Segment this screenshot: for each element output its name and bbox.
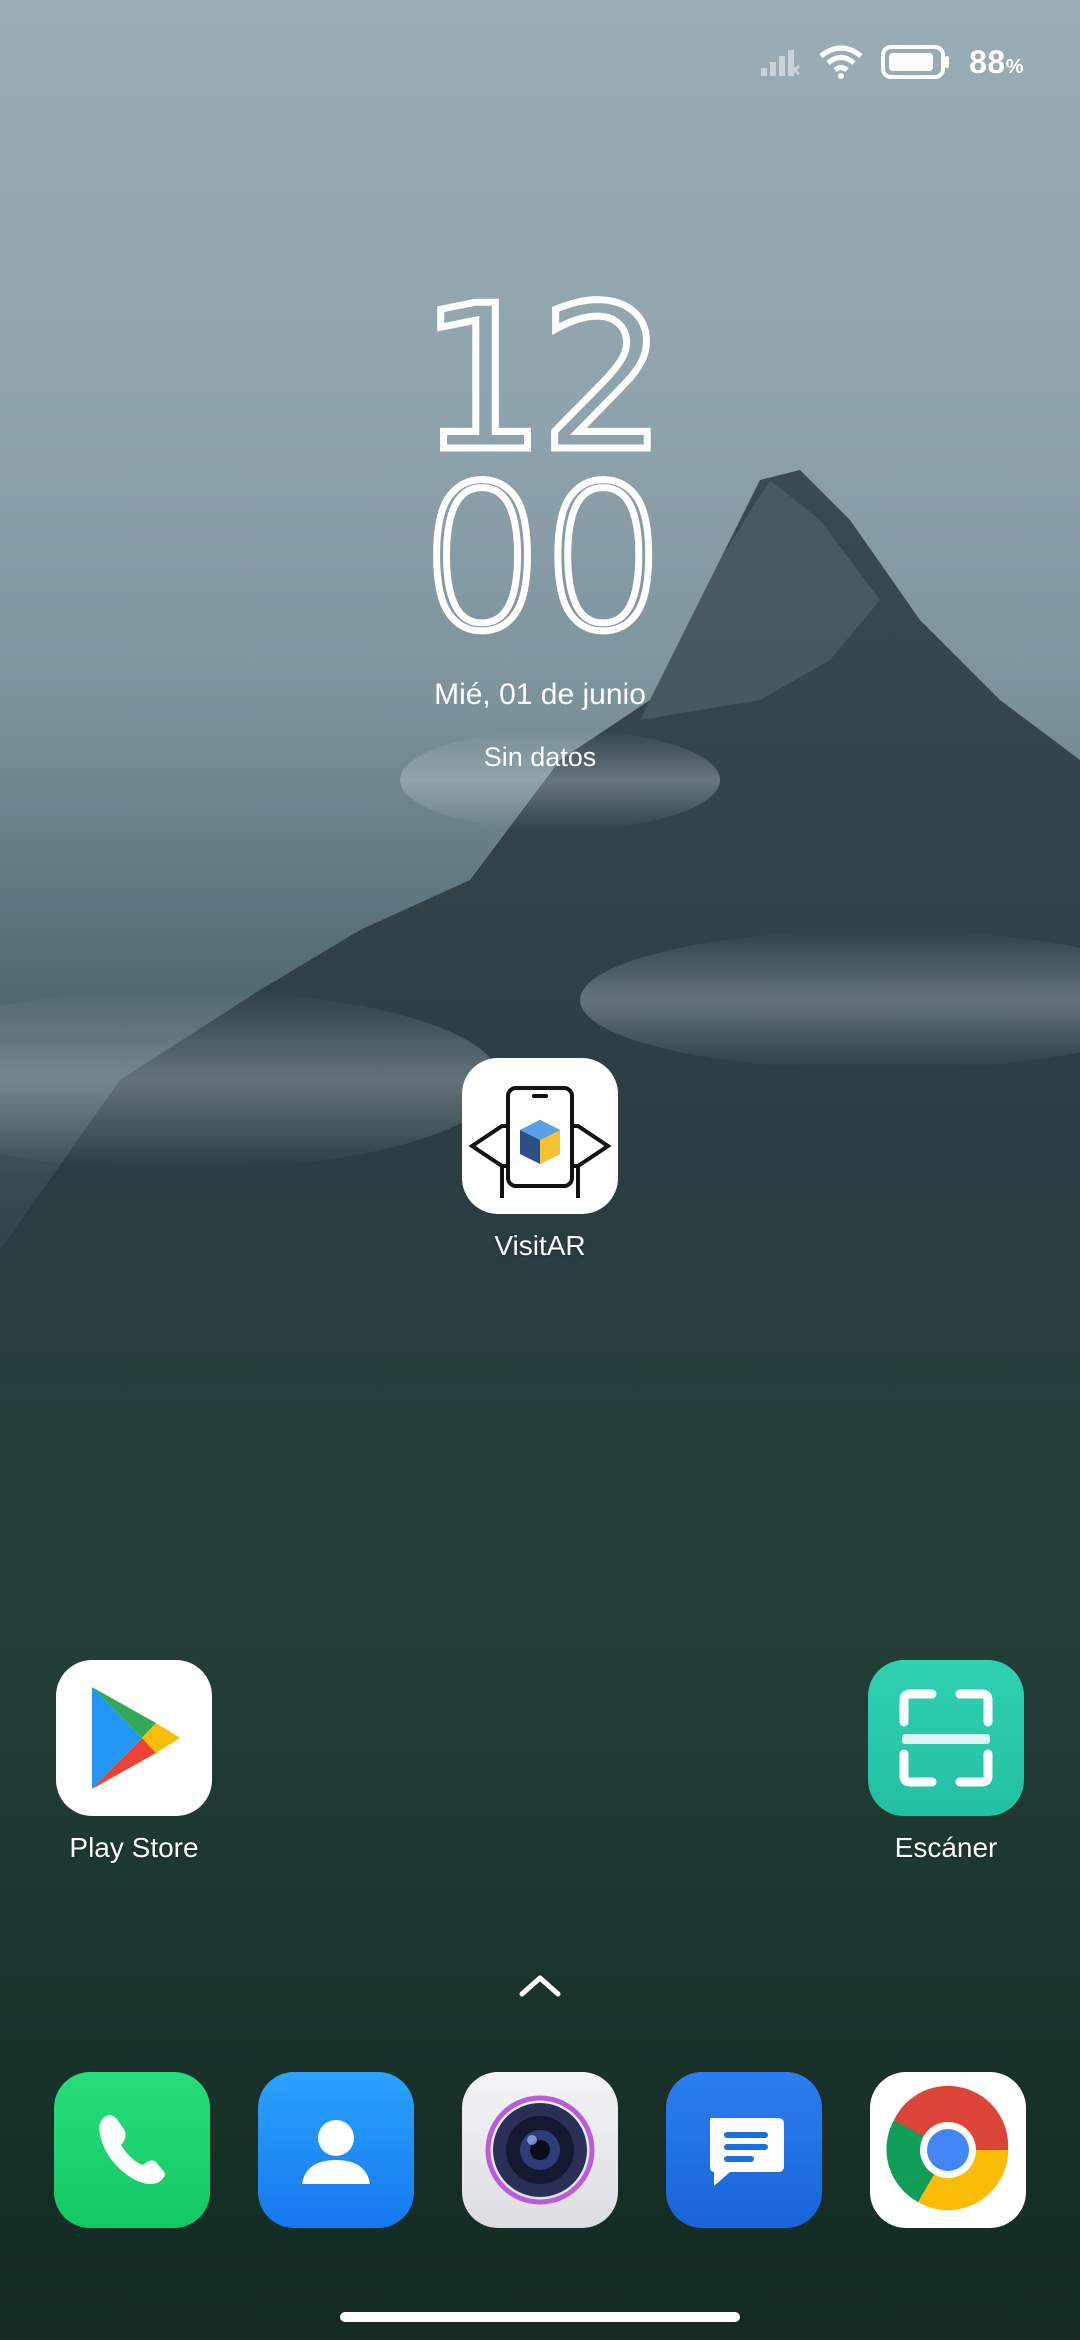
wifi-icon — [819, 45, 863, 79]
camera-icon — [485, 2095, 595, 2205]
clock-minutes[interactable]: 00 — [0, 456, 1080, 663]
battery-percent: 88% — [969, 43, 1024, 80]
dock-phone[interactable] — [54, 2072, 210, 2228]
messages-icon — [710, 2118, 784, 2186]
chevron-up-icon[interactable] — [516, 1970, 564, 2000]
signal-icon — [761, 50, 801, 76]
app-label: Escáner — [894, 1832, 998, 1863]
app-play-store[interactable]: Play Store — [44, 1660, 224, 1864]
dock-messages[interactable] — [666, 2072, 822, 2228]
weather-text[interactable]: Sin datos — [0, 742, 1080, 773]
status-bar: 88% — [759, 40, 1024, 84]
home-indicator[interactable] — [340, 2312, 740, 2322]
date-text[interactable]: Mié, 01 de junio — [0, 678, 1080, 712]
scanner-icon — [868, 1660, 1024, 1816]
app-label: Play Store — [69, 1832, 199, 1863]
phone-icon — [99, 2115, 165, 2184]
dock-chrome[interactable] — [870, 2072, 1026, 2228]
app-escaner[interactable]: Escáner — [856, 1660, 1036, 1864]
app-visitar[interactable]: VisitAR — [450, 1058, 630, 1262]
contacts-icon — [302, 2120, 370, 2184]
dock-camera[interactable] — [462, 2072, 618, 2228]
play-store-icon — [56, 1660, 212, 1816]
visitar-icon — [462, 1058, 618, 1214]
dock-contacts[interactable] — [258, 2072, 414, 2228]
app-label: VisitAR — [494, 1230, 586, 1261]
chrome-icon — [886, 2085, 1009, 2211]
battery-icon — [881, 45, 950, 79]
